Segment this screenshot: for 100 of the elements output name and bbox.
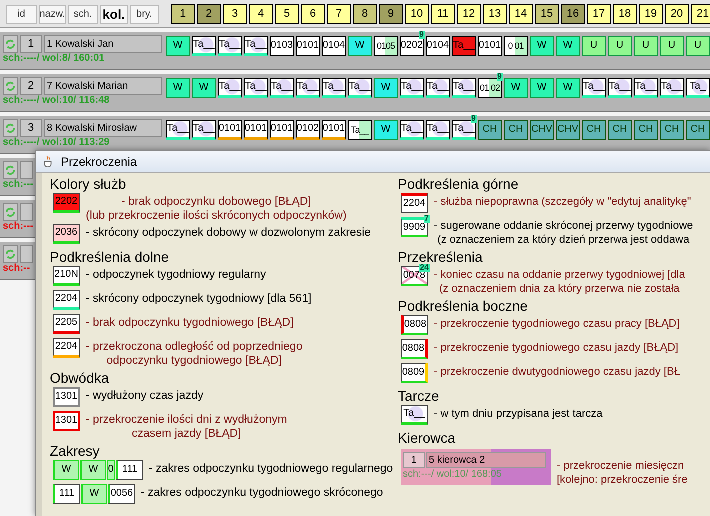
day-header[interactable]: 11 (431, 4, 455, 24)
day-header[interactable]: 20 (665, 4, 689, 24)
day-header[interactable]: 8 (353, 4, 377, 24)
schedule-cell[interactable]: Ta__ (270, 78, 294, 98)
schedule-cell[interactable]: 0 01 (504, 36, 528, 56)
schedule-cell[interactable]: 0202 (400, 36, 424, 56)
driver-number-button[interactable]: 2 (20, 77, 42, 95)
schedule-cell[interactable]: W (556, 36, 580, 56)
driver-number-button[interactable]: 3 (20, 119, 42, 137)
schedule-cell[interactable]: CH (582, 120, 606, 140)
driver-name-field[interactable]: 1 Kowalski Jan (44, 35, 162, 53)
driver-name-field[interactable]: 8 Kowalski Mirosław (44, 119, 162, 137)
schedule-cell[interactable]: 0102 (296, 120, 320, 140)
schedule-cell[interactable]: CH (686, 120, 710, 140)
schedule-cell[interactable]: W (504, 78, 528, 98)
schedule-cell[interactable]: CHV (556, 120, 580, 140)
schedule-cell[interactable]: Ta__ (218, 78, 242, 98)
day-header[interactable]: 21 (691, 4, 710, 24)
schedule-cell[interactable]: 0101 (478, 36, 502, 56)
schedule-cell[interactable]: 0105 (374, 36, 398, 56)
day-header[interactable]: 15 (535, 4, 559, 24)
schedule-cell[interactable]: W (530, 78, 554, 98)
schedule-cell[interactable]: Ta__ (608, 78, 632, 98)
schedule-cell[interactable]: Ta__ (218, 36, 242, 56)
toolbar-button[interactable]: sch. (68, 5, 98, 24)
schedule-cell[interactable]: Ta__ (192, 36, 216, 56)
schedule-cell[interactable]: Ta__ (660, 78, 684, 98)
toolbar-button[interactable]: bry. (130, 5, 159, 24)
refresh-button[interactable] (3, 245, 18, 263)
schedule-cell[interactable]: 0101 (322, 120, 346, 140)
schedule-cell[interactable]: Ta__ (348, 120, 372, 140)
schedule-cell[interactable]: W (192, 78, 216, 98)
schedule-cell[interactable]: Ta__ (452, 120, 476, 140)
schedule-cell[interactable]: W (348, 36, 372, 56)
driver-number-button[interactable] (20, 203, 33, 221)
day-header[interactable]: 18 (613, 4, 637, 24)
refresh-button[interactable] (3, 161, 18, 179)
schedule-cell[interactable]: 0101 (270, 120, 294, 140)
schedule-cell[interactable]: Ta__ (582, 78, 606, 98)
day-header[interactable]: 5 (275, 4, 299, 24)
schedule-cell[interactable]: W (530, 36, 554, 56)
day-header[interactable]: 2 (197, 4, 221, 24)
schedule-cell[interactable]: Ta__ (452, 36, 476, 56)
schedule-cell[interactable]: Ta__ (452, 78, 476, 98)
schedule-cell[interactable]: Ta__ (426, 78, 450, 98)
driver-number-button[interactable]: 1 (20, 35, 42, 53)
refresh-button[interactable] (3, 203, 18, 221)
day-header[interactable]: 10 (405, 4, 429, 24)
schedule-cell[interactable]: Ta__ (244, 78, 268, 98)
driver-name-field[interactable]: 7 Kowalski Marian (44, 77, 162, 95)
schedule-cell[interactable]: U (686, 36, 710, 56)
schedule-cell[interactable]: CH (660, 120, 684, 140)
schedule-cell[interactable]: U (582, 36, 606, 56)
day-header[interactable]: 6 (301, 4, 325, 24)
refresh-button[interactable] (3, 77, 18, 95)
day-header[interactable]: 14 (509, 4, 533, 24)
refresh-button[interactable] (3, 119, 18, 137)
schedule-cell[interactable]: 0101 (218, 120, 242, 140)
day-header[interactable]: 7 (327, 4, 351, 24)
schedule-cell[interactable]: W (556, 78, 580, 98)
day-header[interactable]: 13 (483, 4, 507, 24)
schedule-cell[interactable]: CH (634, 120, 658, 140)
schedule-cell[interactable]: CH (504, 120, 528, 140)
schedule-cell[interactable]: Ta__ (348, 78, 372, 98)
schedule-cell[interactable]: CH (478, 120, 502, 140)
schedule-cell[interactable]: 0101 (244, 120, 268, 140)
schedule-cell[interactable]: W (166, 78, 190, 98)
schedule-cell[interactable]: 0103 (270, 36, 294, 56)
schedule-cell[interactable]: Ta__ (166, 120, 190, 140)
schedule-cell[interactable]: W (166, 36, 190, 56)
schedule-cell[interactable]: Ta__ (296, 78, 320, 98)
schedule-cell[interactable]: Ta__ (634, 78, 658, 98)
day-header[interactable]: 4 (249, 4, 273, 24)
schedule-cell[interactable]: U (660, 36, 684, 56)
refresh-button[interactable] (3, 35, 18, 53)
day-header[interactable]: 17 (587, 4, 611, 24)
day-header[interactable]: 9 (379, 4, 403, 24)
schedule-cell[interactable]: Ta__ (426, 120, 450, 140)
schedule-cell[interactable]: U (634, 36, 658, 56)
schedule-cell[interactable]: 01 02 (478, 78, 502, 98)
schedule-cell[interactable]: Ta__ (192, 120, 216, 140)
schedule-cell[interactable]: U (608, 36, 632, 56)
schedule-cell[interactable]: Ta__ (400, 78, 424, 98)
day-header[interactable]: 12 (457, 4, 481, 24)
day-header[interactable]: 1 (171, 4, 195, 24)
schedule-cell[interactable]: W (374, 120, 398, 140)
schedule-cell[interactable]: Ta__ (400, 120, 424, 140)
driver-number-button[interactable] (20, 161, 33, 179)
day-header[interactable]: 19 (639, 4, 663, 24)
schedule-cell[interactable]: CHV (530, 120, 554, 140)
schedule-cell[interactable]: 0101 (296, 36, 320, 56)
schedule-cell[interactable]: Ta__ (244, 36, 268, 56)
toolbar-button[interactable]: nazw. (39, 5, 66, 24)
toolbar-button[interactable]: kol. (100, 5, 128, 24)
schedule-cell[interactable]: Ta__ (322, 78, 346, 98)
schedule-cell[interactable]: 0104 (426, 36, 450, 56)
toolbar-button[interactable]: id (6, 5, 37, 24)
driver-number-button[interactable] (20, 245, 33, 263)
schedule-cell[interactable]: CH (608, 120, 632, 140)
day-header[interactable]: 3 (223, 4, 247, 24)
